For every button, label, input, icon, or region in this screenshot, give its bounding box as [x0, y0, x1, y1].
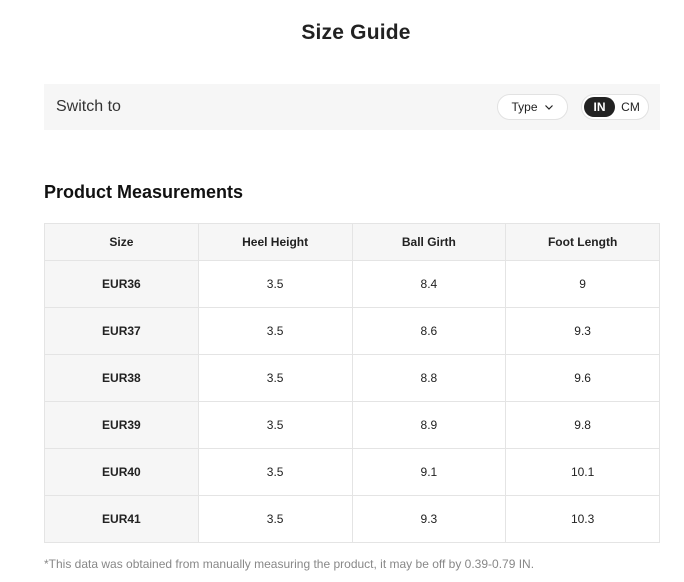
unit-toggle: IN CM [581, 94, 649, 120]
heel-height-cell: 3.5 [197, 354, 353, 402]
foot-length-cell: 10.3 [505, 495, 660, 543]
foot-length-cell: 9.6 [505, 354, 660, 402]
table-row: EUR37 3.5 8.6 9.3 [44, 307, 660, 355]
chevron-down-icon [544, 105, 553, 110]
table-row: EUR39 3.5 8.9 9.8 [44, 401, 660, 449]
type-dropdown[interactable]: Type [497, 94, 568, 120]
column-header-heel-height: Heel Height [197, 223, 353, 261]
table-header-row: Size Heel Height Ball Girth Foot Length [44, 223, 660, 261]
table-row: EUR41 3.5 9.3 10.3 [44, 495, 660, 543]
heel-height-cell: 3.5 [197, 495, 353, 543]
heel-height-cell: 3.5 [197, 307, 353, 355]
measurements-table: Size Heel Height Ball Girth Foot Length … [44, 223, 660, 543]
size-cell: EUR36 [44, 260, 199, 308]
section-title: Product Measurements [44, 182, 244, 202]
ball-girth-cell: 8.9 [351, 401, 507, 449]
page-title: Size Guide [301, 21, 411, 44]
size-cell: EUR41 [44, 495, 199, 543]
ball-girth-cell: 8.6 [351, 307, 507, 355]
heel-height-cell: 3.5 [197, 448, 353, 496]
table-row: EUR40 3.5 9.1 10.1 [44, 448, 660, 496]
size-cell: EUR38 [44, 354, 199, 402]
size-cell: EUR39 [44, 401, 199, 449]
ball-girth-cell: 9.1 [351, 448, 507, 496]
foot-length-cell: 9.8 [505, 401, 660, 449]
measurement-footnote: *This data was obtained from manually me… [44, 557, 535, 571]
column-header-size: Size [44, 223, 199, 261]
unit-switch-bar: Switch to Type IN CM [44, 84, 660, 130]
heel-height-cell: 3.5 [197, 401, 353, 449]
foot-length-cell: 9.3 [505, 307, 660, 355]
size-cell: EUR37 [44, 307, 199, 355]
foot-length-cell: 10.1 [505, 448, 660, 496]
foot-length-cell: 9 [505, 260, 660, 308]
table-row: EUR38 3.5 8.8 9.6 [44, 354, 660, 402]
heel-height-cell: 3.5 [197, 260, 353, 308]
ball-girth-cell: 8.4 [351, 260, 507, 308]
size-cell: EUR40 [44, 448, 199, 496]
ball-girth-cell: 8.8 [351, 354, 507, 402]
unit-option-cm[interactable]: CM [615, 97, 646, 117]
column-header-foot-length: Foot Length [505, 223, 660, 261]
unit-option-in[interactable]: IN [584, 97, 615, 117]
ball-girth-cell: 9.3 [351, 495, 507, 543]
switch-label: Switch to [56, 98, 121, 115]
table-row: EUR36 3.5 8.4 9 [44, 260, 660, 308]
type-dropdown-label: Type [511, 100, 538, 114]
column-header-ball-girth: Ball Girth [351, 223, 507, 261]
